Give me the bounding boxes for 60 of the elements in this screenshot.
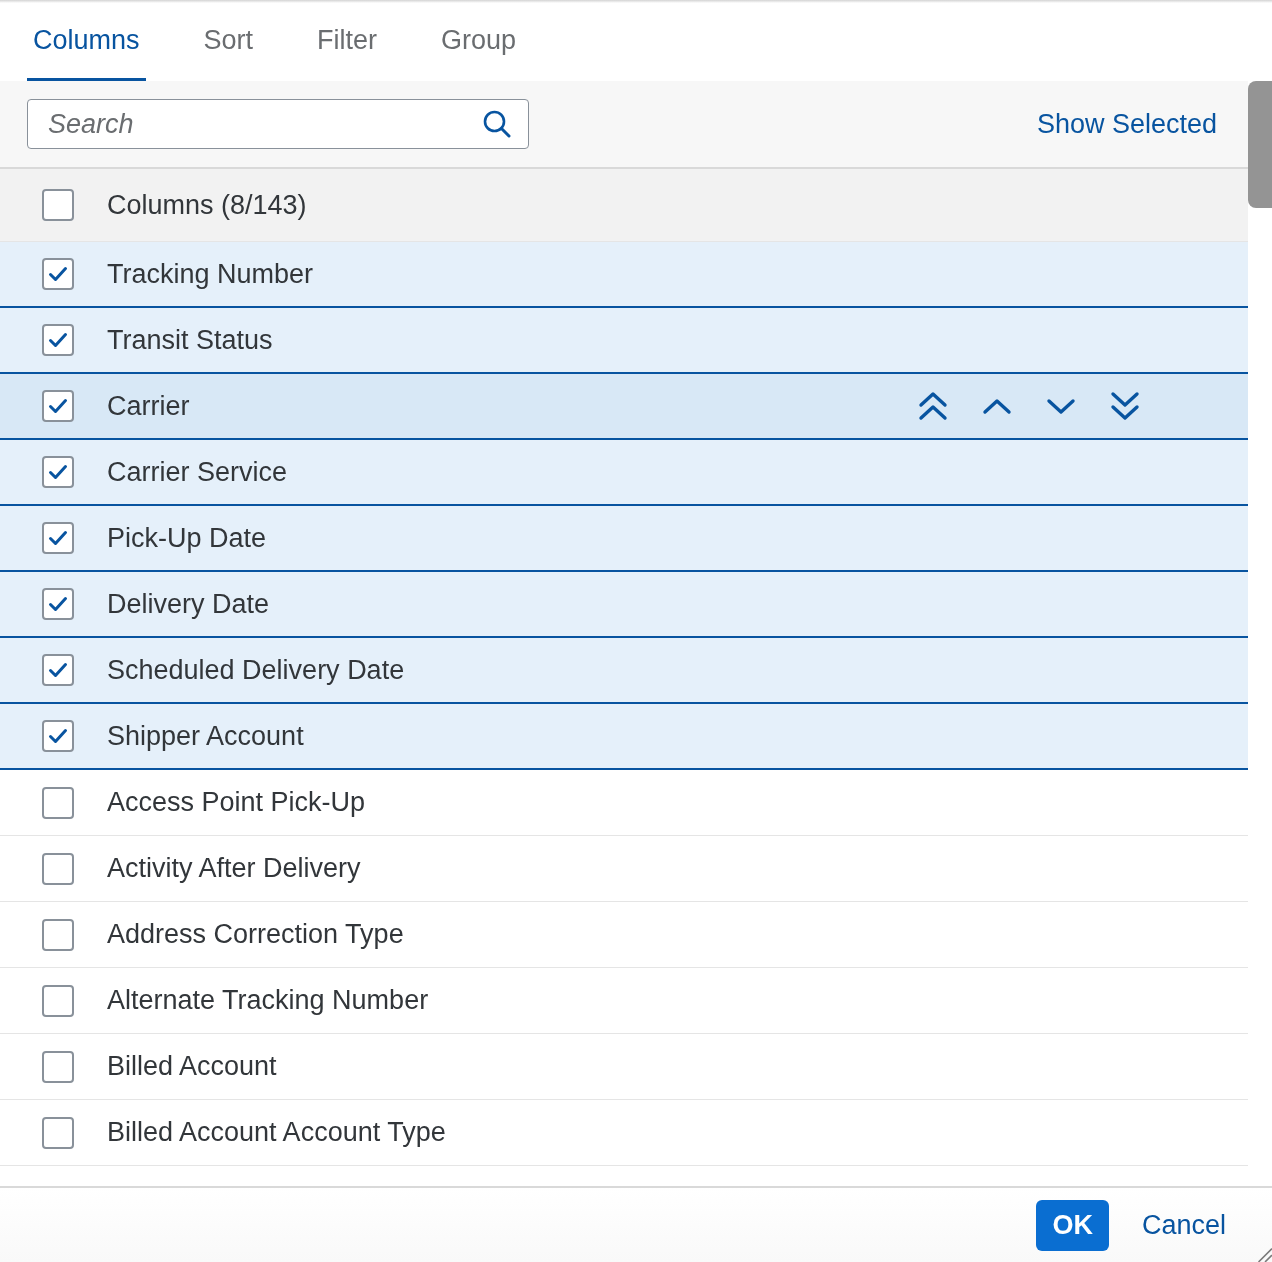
column-label: Shipper Account: [107, 720, 304, 752]
list-row[interactable]: Transit Status: [0, 308, 1248, 374]
scrollbar-thumb[interactable]: [1248, 81, 1272, 208]
ok-button[interactable]: OK: [1036, 1199, 1109, 1251]
checkmark-icon: [48, 530, 68, 546]
checkmark-icon: [48, 332, 68, 348]
checkbox[interactable]: [42, 654, 74, 686]
checkbox[interactable]: [42, 852, 74, 885]
search-field[interactable]: Search: [27, 99, 529, 149]
tab[interactable]: Group: [435, 3, 523, 81]
checkbox[interactable]: [42, 390, 74, 422]
list-row[interactable]: Shipper Account: [0, 704, 1248, 770]
checkmark-icon: [48, 398, 68, 414]
checkbox[interactable]: [42, 1050, 74, 1083]
checkbox[interactable]: [42, 1116, 74, 1149]
checkbox[interactable]: [42, 258, 74, 290]
checkbox[interactable]: [42, 720, 74, 752]
checkmark-icon: [48, 266, 68, 282]
list-row[interactable]: Delivery Date: [0, 572, 1248, 638]
tab[interactable]: Sort: [197, 3, 260, 81]
list-row[interactable]: Carrier: [0, 374, 1248, 440]
checkbox[interactable]: [42, 786, 74, 819]
checkbox[interactable]: [42, 324, 74, 356]
checkbox[interactable]: [42, 984, 74, 1017]
list-row[interactable]: Scheduled Delivery Date: [0, 638, 1248, 704]
header-label: Columns (8/143): [107, 189, 307, 221]
column-label: Billed Account Account Type: [107, 1117, 446, 1148]
checkmark-icon: [48, 662, 68, 678]
checkbox[interactable]: [42, 918, 74, 951]
checkbox[interactable]: [42, 456, 74, 488]
list-row[interactable]: Carrier Service: [0, 440, 1248, 506]
cancel-button[interactable]: Cancel: [1125, 1199, 1242, 1251]
column-label: Scheduled Delivery Date: [107, 654, 405, 686]
checkmark-icon: [48, 596, 68, 612]
column-label: Carrier Service: [107, 456, 288, 488]
column-label: Access Point Pick-Up: [107, 787, 366, 818]
column-label: Tracking Number: [107, 258, 314, 290]
checkbox[interactable]: [42, 189, 74, 221]
double-chevron-down-icon: [1110, 391, 1140, 421]
column-label: Activity After Delivery: [107, 853, 361, 884]
column-label: Delivery Date: [107, 588, 270, 620]
double-chevron-up-icon: [918, 391, 948, 421]
checkmark-icon: [48, 464, 68, 480]
column-label: Alternate Tracking Number: [107, 985, 429, 1016]
column-label: Pick-Up Date: [107, 522, 267, 554]
list-row[interactable]: Tracking Number: [0, 242, 1248, 308]
checkmark-icon: [48, 728, 68, 744]
show-selected-link[interactable]: Show Selected: [1036, 108, 1217, 140]
column-label: Carrier: [107, 390, 190, 422]
checkbox[interactable]: [42, 522, 74, 554]
chevron-up-icon: [982, 397, 1012, 415]
checkbox[interactable]: [42, 588, 74, 620]
column-label: Address Correction Type: [107, 919, 404, 950]
column-label: Billed Account: [107, 1051, 277, 1082]
column-label: Transit Status: [107, 324, 273, 356]
chevron-down-icon: [1046, 397, 1076, 415]
resize-handle-icon[interactable]: [1258, 1248, 1272, 1262]
list-row[interactable]: Pick-Up Date: [0, 506, 1248, 572]
tab[interactable]: Filter: [311, 3, 384, 81]
search-icon[interactable]: [483, 110, 511, 138]
